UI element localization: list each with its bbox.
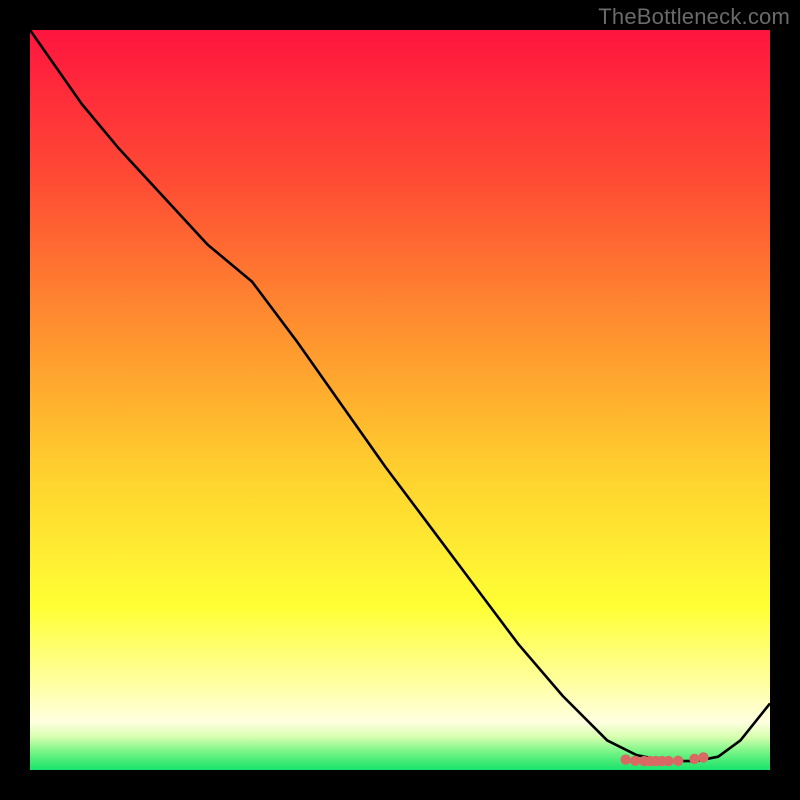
attribution-text: TheBottleneck.com [598, 4, 790, 30]
marker-dot [689, 754, 699, 764]
bottleneck-chart [0, 0, 800, 800]
marker-dot [663, 756, 673, 766]
chart-container: TheBottleneck.com [0, 0, 800, 800]
marker-dot [698, 752, 708, 762]
marker-dot [630, 756, 640, 766]
marker-dot [621, 754, 631, 764]
marker-dot [673, 756, 683, 766]
plot-background [30, 30, 770, 770]
